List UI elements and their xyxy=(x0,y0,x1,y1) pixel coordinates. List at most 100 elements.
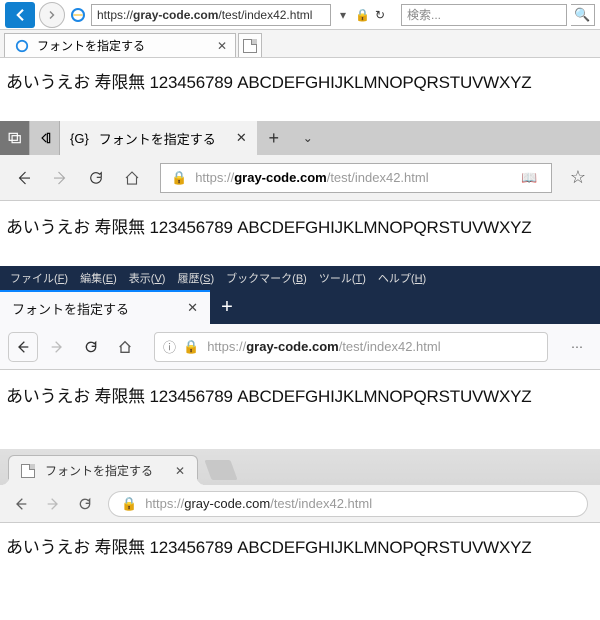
home-button[interactable] xyxy=(110,332,140,362)
menu-history[interactable]: 履歴(S) xyxy=(173,268,218,288)
menu-help[interactable]: ヘルプ(H) xyxy=(374,268,430,288)
tab-title: フォントを指定する xyxy=(99,129,216,148)
reading-view-icon[interactable]: 📖 xyxy=(521,170,541,186)
forward-button[interactable] xyxy=(39,2,65,28)
url-domain: gray-code.com xyxy=(246,339,338,354)
home-button[interactable] xyxy=(116,162,148,194)
page-content: あいうえお 寿限無 123456789 ABCDEFGHIJKLMNOPQRST… xyxy=(0,523,600,572)
chrome-toolbar: 🔒 https://gray-code.com/test/index42.htm… xyxy=(0,485,600,523)
tab-favicon-icon xyxy=(21,464,35,478)
tab-favicon-icon xyxy=(13,37,31,55)
back-button[interactable] xyxy=(8,162,40,194)
home-icon xyxy=(117,339,133,355)
close-tab-icon[interactable]: ✕ xyxy=(175,464,185,478)
refresh-icon xyxy=(83,339,99,355)
address-bar[interactable]: 🔒 https://gray-code.com/test/index42.htm… xyxy=(160,163,552,193)
browser-tab[interactable]: フォントを指定する ✕ xyxy=(8,455,198,485)
chrome-browser: フォントを指定する ✕ 🔒 https://gray-code.com/test… xyxy=(0,449,600,572)
address-bar[interactable]: https://gray-code.com/test/index42.html xyxy=(91,4,331,26)
lock-icon: 🔒 xyxy=(183,339,199,355)
firefox-tabstrip: フォントを指定する ✕ + xyxy=(0,290,600,324)
favorite-button[interactable]: ☆ xyxy=(564,167,592,188)
url-domain: gray-code.com xyxy=(184,496,270,511)
new-tab-button[interactable]: + xyxy=(257,121,291,155)
url-path: /test/index42.html xyxy=(339,339,441,354)
menu-tools[interactable]: ツール(T) xyxy=(315,268,370,288)
ie-browser: https://gray-code.com/test/index42.html … xyxy=(0,0,600,107)
tab-title: フォントを指定する xyxy=(37,37,145,54)
forward-arrow-icon xyxy=(45,496,61,512)
tab-chevron-icon[interactable]: ⌄ xyxy=(291,121,325,155)
close-tab-icon[interactable]: ✕ xyxy=(187,300,198,316)
edge-toolbar: 🔒 https://gray-code.com/test/index42.htm… xyxy=(0,155,600,201)
close-tab-icon[interactable]: ✕ xyxy=(217,39,227,53)
menu-view[interactable]: 表示(V) xyxy=(125,268,170,288)
back-arrow-icon xyxy=(15,169,33,187)
url-protocol: https:// xyxy=(97,8,133,22)
refresh-button[interactable] xyxy=(80,162,112,194)
refresh-button[interactable] xyxy=(70,489,100,519)
back-arrow-icon xyxy=(11,6,29,24)
new-tab-button[interactable] xyxy=(238,33,262,57)
forward-button[interactable] xyxy=(42,332,72,362)
tab-actions-button[interactable] xyxy=(0,121,30,155)
lock-icon: 🔒 xyxy=(355,8,371,22)
url-protocol: https:// xyxy=(145,496,184,511)
firefox-menubar: ファイル(F) 編集(E) 表示(V) 履歴(S) ブックマーク(B) ツール(… xyxy=(0,266,600,290)
forward-arrow-icon xyxy=(49,339,65,355)
browser-tab[interactable]: {G} フォントを指定する ✕ xyxy=(60,121,257,155)
back-button[interactable] xyxy=(8,332,38,362)
back-arrow-icon xyxy=(15,339,31,355)
lock-icon: 🔒 xyxy=(121,496,137,512)
page-actions-icon[interactable]: ⋯ xyxy=(562,340,592,354)
url-domain: gray-code.com xyxy=(234,170,326,185)
address-bar[interactable]: 🔒 https://gray-code.com/test/index42.htm… xyxy=(108,491,588,517)
url-path: /test/index42.html xyxy=(218,8,312,22)
refresh-icon xyxy=(77,496,93,512)
refresh-button[interactable] xyxy=(76,332,106,362)
lock-icon: 🔒 xyxy=(171,170,187,186)
site-info-icon[interactable]: ⓘ xyxy=(163,337,179,356)
page-content: あいうえお 寿限無 123456789 ABCDEFGHIJKLMNOPQRST… xyxy=(0,201,600,252)
back-button[interactable] xyxy=(5,2,35,28)
edge-tabstrip: {G} フォントを指定する ✕ + ⌄ xyxy=(0,121,600,155)
browser-tab[interactable]: フォントを指定する ✕ xyxy=(0,290,210,324)
firefox-browser: ファイル(F) 編集(E) 表示(V) 履歴(S) ブックマーク(B) ツール(… xyxy=(0,266,600,421)
new-tab-button[interactable] xyxy=(204,460,237,480)
menu-bookmarks[interactable]: ブックマーク(B) xyxy=(222,268,311,288)
url-protocol: https:// xyxy=(207,339,246,354)
ie-logo-icon xyxy=(69,6,87,24)
ie-toolbar: https://gray-code.com/test/index42.html … xyxy=(0,0,600,30)
search-placeholder: 検索... xyxy=(407,6,441,23)
refresh-button[interactable]: ↻ xyxy=(375,8,391,22)
set-aside-icon xyxy=(38,131,52,145)
back-arrow-icon xyxy=(13,496,29,512)
search-button[interactable]: 🔍 xyxy=(571,4,595,26)
close-tab-icon[interactable]: ✕ xyxy=(236,130,247,146)
url-domain: gray-code.com xyxy=(133,8,218,22)
edge-browser: {G} フォントを指定する ✕ + ⌄ 🔒 https://gray-code.… xyxy=(0,121,600,252)
page-content: あいうえお 寿限無 123456789 ABCDEFGHIJKLMNOPQRST… xyxy=(0,370,600,421)
home-icon xyxy=(123,169,141,187)
forward-button[interactable] xyxy=(38,489,68,519)
firefox-toolbar: ⓘ 🔒 https://gray-code.com/test/index42.h… xyxy=(0,324,600,370)
forward-button[interactable] xyxy=(44,162,76,194)
chrome-tabstrip: フォントを指定する ✕ xyxy=(0,449,600,485)
browser-tab[interactable]: フォントを指定する ✕ xyxy=(4,33,236,57)
menu-file[interactable]: ファイル(F) xyxy=(6,268,72,288)
new-tab-button[interactable]: + xyxy=(210,290,244,324)
url-path: /test/index42.html xyxy=(270,496,372,511)
forward-arrow-icon xyxy=(46,9,58,21)
menu-edit[interactable]: 編集(E) xyxy=(76,268,121,288)
refresh-icon xyxy=(87,169,105,187)
tab-title: フォントを指定する xyxy=(12,299,129,318)
ie-tabstrip: フォントを指定する ✕ xyxy=(0,30,600,58)
url-dropdown-icon[interactable]: ▾ xyxy=(335,8,351,22)
url-path: /test/index42.html xyxy=(327,170,429,185)
url-protocol: https:// xyxy=(195,170,234,185)
tab-prefix: {G} xyxy=(70,131,89,146)
set-aside-button[interactable] xyxy=(30,121,60,155)
back-button[interactable] xyxy=(6,489,36,519)
address-bar[interactable]: ⓘ 🔒 https://gray-code.com/test/index42.h… xyxy=(154,332,548,362)
search-box[interactable]: 検索... xyxy=(401,4,567,26)
